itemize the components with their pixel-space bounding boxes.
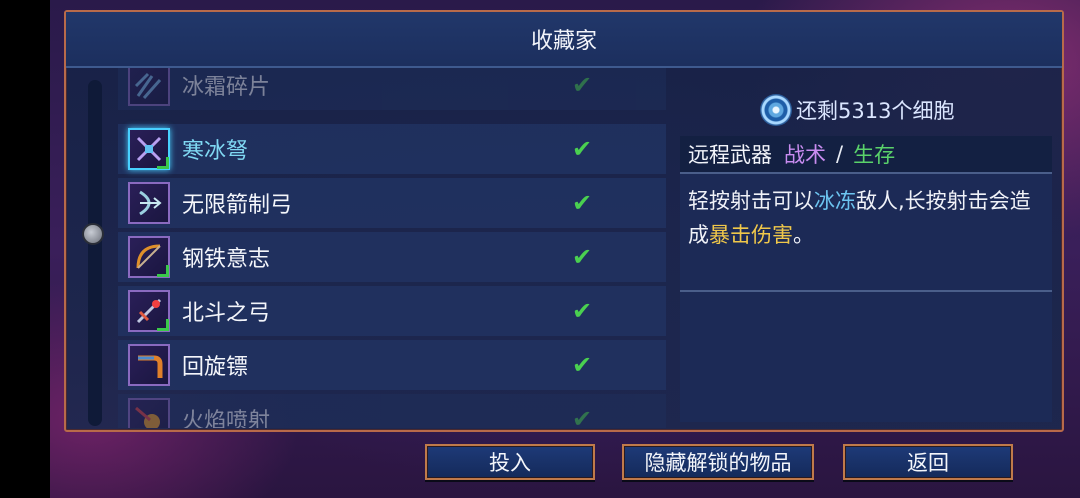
check-icon: ✔: [571, 71, 593, 99]
collector-panel: 收藏家 冰霜碎片 ✔ 寒冰弩 ✔ 无限箭制弓 ✔ 钢铁意志 ✔ 北斗之弓 ✔ 回…: [64, 10, 1064, 432]
boomerang-icon: [128, 344, 170, 386]
item-name: 火焰喷射: [182, 409, 271, 428]
desc-freeze: 冰冻: [814, 189, 856, 213]
desc-crit: 暴击伤害: [709, 223, 793, 247]
check-icon: ✔: [571, 135, 593, 163]
list-item-iron-will[interactable]: 钢铁意志 ✔: [118, 232, 666, 282]
cells-remaining: 还剩5313个细胞: [760, 92, 954, 128]
item-name: 钢铁意志: [182, 247, 271, 272]
item-name: 北斗之弓: [182, 301, 271, 326]
item-detail: 还剩5313个细胞 远程武器 战术 / 生存 轻按射击可以冰冻敌人,长按射击会造…: [678, 68, 1056, 428]
tag-survival: 生存: [853, 143, 896, 167]
check-icon: ✔: [571, 189, 593, 217]
flamethrower-icon: [128, 398, 170, 428]
tag-tactic: 战术: [784, 143, 826, 167]
infinite-arrow-bow-icon: [128, 182, 170, 224]
check-icon: ✔: [571, 405, 593, 428]
panel-title: 收藏家: [66, 12, 1062, 68]
list-item-big-dipper-bow[interactable]: 北斗之弓 ✔: [118, 286, 666, 336]
iron-will-icon: [128, 236, 170, 278]
ice-crossbow-icon: [128, 128, 170, 170]
scrollbar-track[interactable]: [88, 80, 102, 426]
list-item-boomerang[interactable]: 回旋镖 ✔: [118, 340, 666, 390]
item-description: 轻按射击可以冰冻敌人,长按射击会造成暴击伤害。: [680, 174, 1052, 292]
frost-shards-icon: [128, 68, 170, 106]
cell-icon: [760, 94, 792, 126]
check-icon: ✔: [571, 297, 593, 325]
list-item-flamethrower[interactable]: 火焰喷射 ✔: [118, 394, 666, 428]
list-item-frost-shards[interactable]: 冰霜碎片 ✔: [118, 68, 666, 110]
item-name: 回旋镖: [182, 355, 249, 380]
item-name: 寒冰弩: [182, 139, 249, 164]
item-name: 无限箭制弓: [182, 193, 293, 218]
weapon-category: 远程武器: [688, 143, 772, 167]
tag-separator: /: [836, 142, 844, 166]
check-icon: ✔: [571, 243, 593, 271]
cells-remaining-text: 还剩5313个细胞: [796, 99, 955, 123]
detail-box: 远程武器 战术 / 生存 轻按射击可以冰冻敌人,长按射击会造成暴击伤害。: [680, 136, 1052, 422]
item-list[interactable]: 冰霜碎片 ✔ 寒冰弩 ✔ 无限箭制弓 ✔ 钢铁意志 ✔ 北斗之弓 ✔ 回旋镖 ✔…: [76, 68, 668, 428]
weapon-type-line: 远程武器 战术 / 生存: [680, 136, 1052, 174]
item-name: 冰霜碎片: [182, 75, 271, 100]
desc-text-1: 轻按射击可以: [688, 189, 814, 213]
hide-unlocked-button[interactable]: 隐藏解锁的物品: [622, 444, 814, 480]
list-item-infinite-arrow-bow[interactable]: 无限箭制弓 ✔: [118, 178, 666, 228]
invest-button[interactable]: 投入: [425, 444, 595, 480]
desc-text-3: 。: [793, 223, 814, 247]
scrollbar-knob[interactable]: [82, 223, 104, 245]
list-item-ice-crossbow[interactable]: 寒冰弩 ✔: [118, 124, 666, 174]
check-icon: ✔: [571, 351, 593, 379]
big-dipper-bow-icon: [128, 290, 170, 332]
back-button[interactable]: 返回: [843, 444, 1013, 480]
